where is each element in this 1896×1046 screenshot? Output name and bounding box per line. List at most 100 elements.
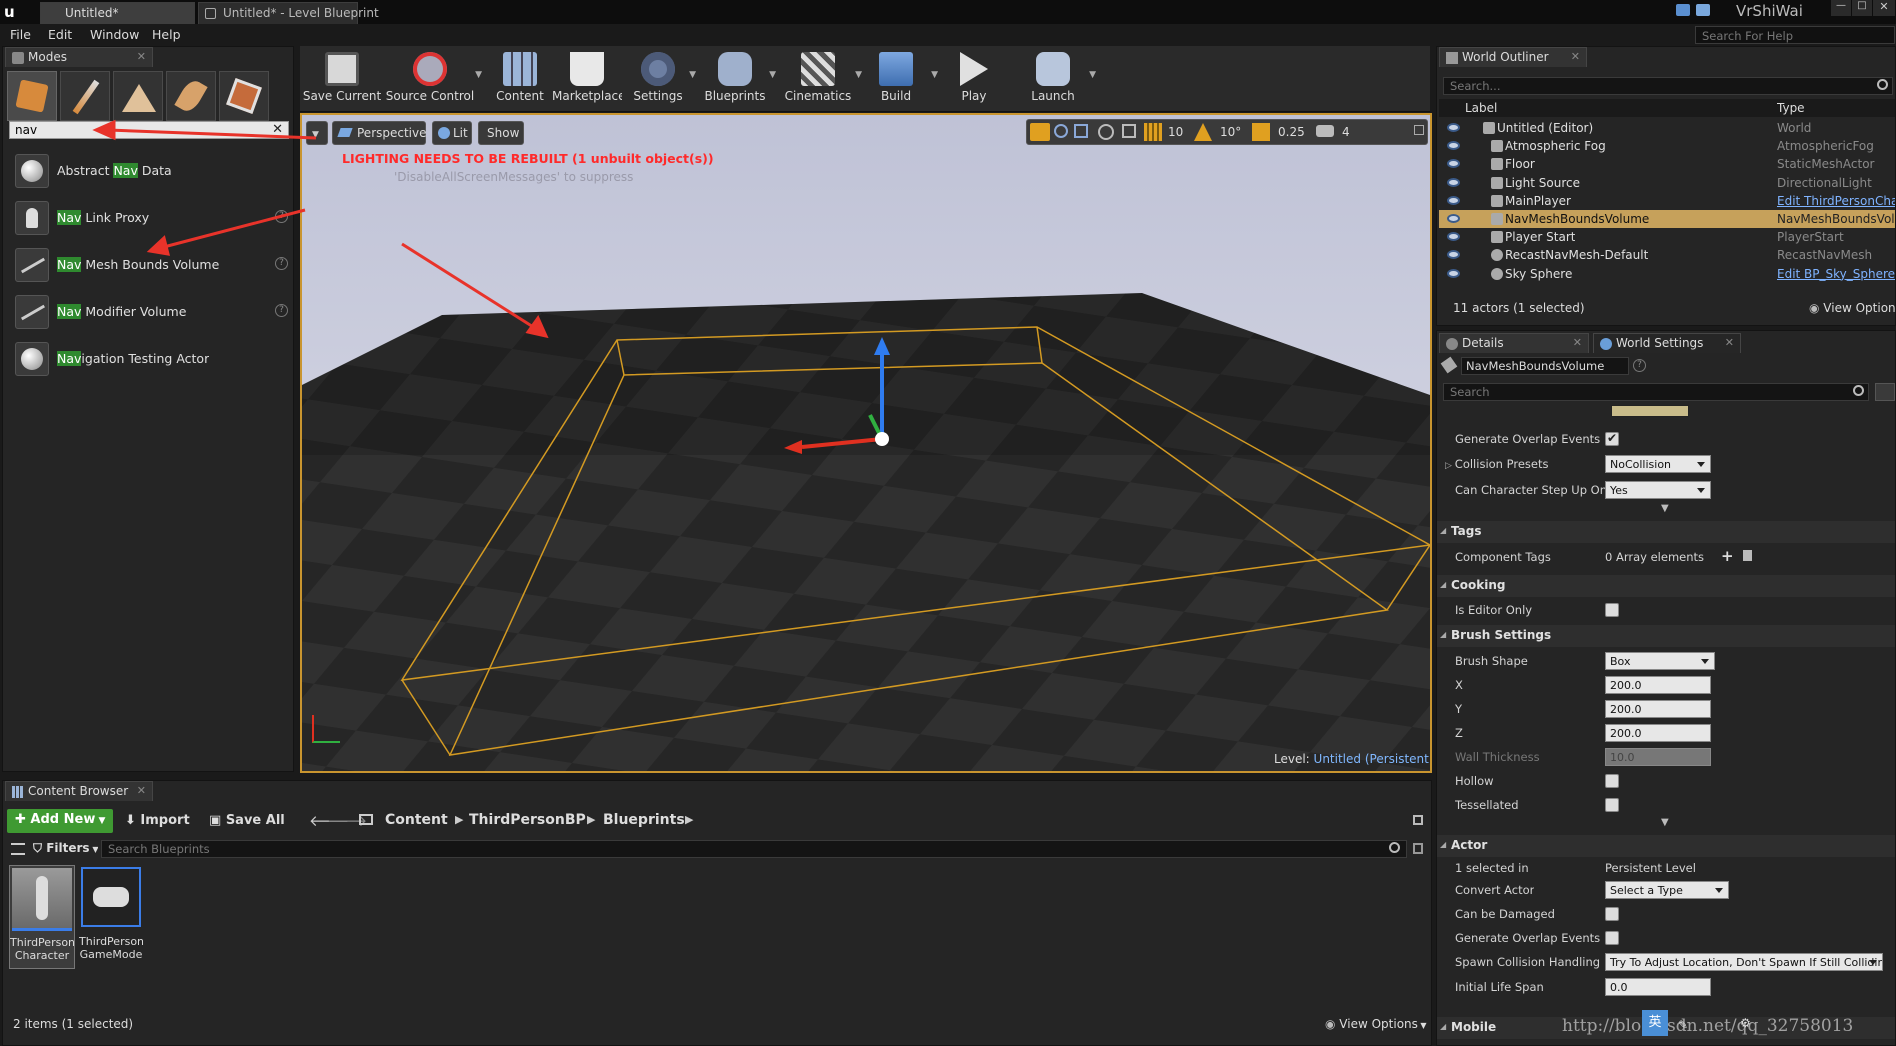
viewport-options-button[interactable]: ▼ (306, 121, 328, 145)
scale-mode-icon[interactable] (1074, 124, 1088, 138)
visibility-eye-icon[interactable] (1447, 123, 1460, 132)
mode-geometry-button[interactable] (219, 71, 269, 121)
content-view-options[interactable]: ◉ View Options ▼ (1325, 1017, 1427, 1031)
outliner-row[interactable]: Light Source DirectionalLight (1439, 174, 1895, 192)
help-icon[interactable]: ? (275, 210, 288, 223)
expand-advanced-icon[interactable]: ▼ (1661, 503, 1669, 514)
outliner-row[interactable]: Untitled (Editor) World (1439, 119, 1895, 137)
save-search-icon[interactable] (1413, 843, 1423, 854)
outliner-row[interactable]: NavMeshBoundsVolume NavMeshBoundsVolu (1439, 210, 1895, 228)
visibility-eye-icon[interactable] (1447, 250, 1460, 260)
close-tab-icon[interactable]: ✕ (137, 50, 146, 63)
visibility-eye-icon[interactable] (1447, 268, 1460, 278)
list-item[interactable]: Abstract Nav Data (11, 151, 296, 191)
menu-window[interactable]: Window (90, 27, 139, 42)
mode-landscape-button[interactable] (113, 71, 163, 121)
tessellated-checkbox[interactable] (1605, 798, 1619, 812)
import-button[interactable]: ⬇ Import (125, 813, 190, 828)
cinematics-button[interactable]: Cinematics ▼ (780, 48, 862, 110)
list-item[interactable]: Nav Mesh Bounds Volume ? (11, 245, 296, 285)
visibility-eye-icon[interactable] (1447, 177, 1460, 187)
list-item[interactable]: Nav Modifier Volume ? (11, 292, 296, 332)
notification-icon[interactable] (1676, 4, 1690, 16)
tab-world-outliner[interactable]: World Outliner ✕ (1439, 47, 1587, 67)
tab-modes[interactable]: Modes ✕ (5, 47, 153, 67)
outliner-search-input[interactable]: Search... (1443, 77, 1893, 95)
pen-icon[interactable]: ✎ (1678, 1018, 1688, 1032)
menu-help[interactable]: Help (152, 27, 181, 42)
mode-paint-button[interactable] (60, 71, 110, 121)
breadcrumb-content[interactable]: Content (385, 812, 448, 828)
collision-presets-label[interactable]: ▷ Collision Presets (1445, 457, 1548, 471)
sources-toggle-icon[interactable] (11, 843, 25, 855)
modes-search-input[interactable]: nav ✕ (9, 121, 289, 139)
camera-speed-value[interactable]: 4 (1342, 125, 1350, 139)
show-button[interactable]: Show (478, 121, 524, 145)
details-search-input[interactable]: Search (1443, 383, 1869, 401)
blueprints-button[interactable]: Blueprints ▼ (700, 48, 776, 110)
outliner-row[interactable]: RecastNavMesh-Default RecastNavMesh (1439, 246, 1895, 264)
rotation-snap-value[interactable]: 10° (1220, 125, 1241, 139)
asset-tile-character[interactable]: ThirdPerson Character (9, 865, 75, 969)
save-all-button[interactable]: ▣ Save All (209, 813, 285, 828)
visibility-eye-icon[interactable] (1447, 232, 1460, 242)
trash-icon[interactable] (1743, 550, 1752, 561)
close-tab-icon[interactable]: ✕ (137, 784, 146, 797)
window-tab-level[interactable]: Untitled* (40, 2, 195, 24)
gen-overlap-during-checkbox[interactable] (1605, 931, 1619, 945)
mode-place-button[interactable] (7, 71, 57, 121)
scale-snap-value[interactable]: 0.25 (1278, 125, 1305, 139)
breadcrumb-thirdpersonbp[interactable]: ThirdPersonBP (469, 812, 586, 828)
window-tab-blueprint[interactable]: Untitled* - Level Blueprint (198, 2, 379, 24)
viewport[interactable]: ▼ Perspective Lit Show LIGHTING NEEDS TO… (300, 113, 1432, 773)
y-field[interactable]: 200.0 (1605, 700, 1711, 718)
clear-search-icon[interactable]: ✕ (272, 122, 283, 137)
outliner-row[interactable]: MainPlayer Edit ThirdPersonChar (1439, 192, 1895, 210)
translate-mode-icon[interactable] (1030, 123, 1050, 141)
lock-icon[interactable] (1413, 815, 1423, 825)
help-search-input[interactable]: Search For Help (1695, 26, 1895, 44)
cooking-section[interactable]: Cooking (1437, 575, 1895, 597)
content-search-input[interactable]: Search Blueprints (101, 840, 1407, 858)
list-item[interactable]: Nav Link Proxy ? (11, 198, 296, 238)
outliner-view-options[interactable]: ◉ View Options (1809, 301, 1896, 315)
chevron-down-icon[interactable]: ▼ (855, 70, 862, 80)
filters-button[interactable]: ⛉ Filters ▼ (33, 841, 98, 856)
ime-badge[interactable]: 英 (1642, 1010, 1668, 1036)
scale-snap-icon[interactable] (1252, 123, 1270, 141)
help-icon[interactable]: ? (1633, 359, 1646, 372)
breadcrumb-blueprints[interactable]: Blueprints (603, 812, 685, 828)
convert-actor-select[interactable]: Select a Type (1605, 881, 1729, 899)
chevron-down-icon[interactable]: ▼ (1089, 70, 1096, 80)
list-item[interactable]: Navigation Testing Actor (11, 339, 296, 379)
object-name-field[interactable]: NavMeshBoundsVolume (1461, 357, 1629, 375)
perspective-button[interactable]: Perspective (332, 121, 427, 145)
tab-world-settings[interactable]: World Settings ✕ (1593, 333, 1741, 353)
add-element-icon[interactable]: + (1721, 547, 1734, 565)
visibility-eye-icon[interactable] (1447, 195, 1460, 205)
expand-advanced-icon[interactable]: ▼ (1661, 817, 1669, 828)
menu-edit[interactable]: Edit (48, 27, 72, 42)
outliner-row[interactable]: Player Start PlayerStart (1439, 228, 1895, 246)
collision-presets-select[interactable]: NoCollision (1605, 455, 1711, 473)
play-button[interactable]: Play (944, 48, 1004, 110)
column-type[interactable]: Type (1777, 101, 1805, 115)
asset-tile-gamemode[interactable]: ThirdPerson GameMode (79, 865, 145, 969)
mode-foliage-button[interactable] (166, 71, 216, 121)
world-local-icon[interactable] (1098, 124, 1114, 140)
brush-shape-select[interactable]: Box (1605, 652, 1715, 670)
gear-icon[interactable]: ⚙ (1740, 1016, 1751, 1030)
outliner-row[interactable]: Sky Sphere Edit BP_Sky_Sphere (1439, 265, 1895, 283)
rotate-mode-icon[interactable] (1054, 124, 1068, 138)
surface-snap-icon[interactable] (1122, 124, 1136, 138)
z-field[interactable]: 200.0 (1605, 724, 1711, 742)
save-current-button[interactable]: Save Current (302, 48, 382, 110)
outliner-row[interactable]: Atmospheric Fog AtmosphericFog (1439, 137, 1895, 155)
can-be-damaged-checkbox[interactable] (1605, 907, 1619, 921)
visibility-eye-icon[interactable] (1447, 141, 1460, 151)
outliner-row-type[interactable]: Edit BP_Sky_Sphere (1777, 267, 1895, 281)
outliner-row-type[interactable]: Edit ThirdPersonChar (1777, 194, 1895, 208)
maximize-button[interactable]: □ (1852, 0, 1872, 16)
tab-content-browser[interactable]: Content Browser ✕ (5, 781, 153, 801)
help-icon[interactable]: ? (275, 257, 288, 270)
